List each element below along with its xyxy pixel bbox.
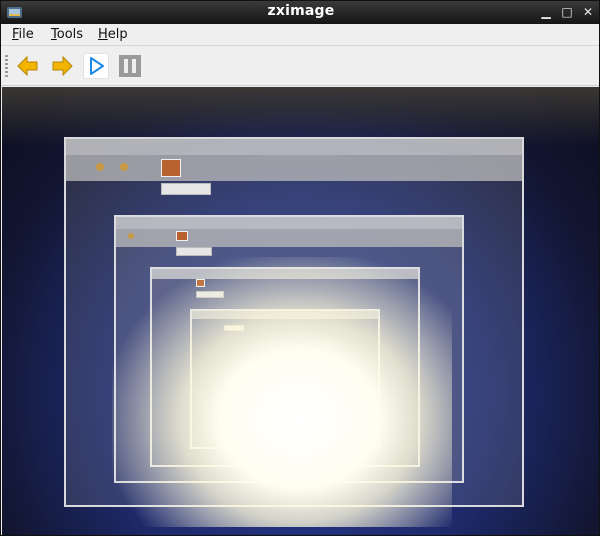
menu-help[interactable]: Help <box>98 27 128 42</box>
image-view[interactable] <box>2 87 599 535</box>
pause-icon <box>119 55 141 77</box>
nested-back-icon <box>96 163 104 171</box>
minimize-button[interactable]: ▁ <box>538 4 554 20</box>
forward-button[interactable] <box>49 53 75 79</box>
menu-bar: File Tools Help <box>1 24 599 46</box>
nested-pause-icon <box>161 159 181 177</box>
back-arrow-icon <box>17 55 38 77</box>
forward-arrow-icon <box>52 55 73 77</box>
toolbar-grip[interactable] <box>5 55 8 77</box>
close-button[interactable]: ✕ <box>580 4 596 20</box>
toolbar <box>1 47 599 86</box>
window-title: zximage <box>267 3 335 19</box>
nested-forward-icon <box>120 163 128 171</box>
nested-menu-bar <box>116 217 462 229</box>
title-bar[interactable]: zximage ▁ □ ✕ <box>1 1 599 24</box>
nested-tooltip <box>161 183 211 195</box>
play-icon <box>90 57 104 75</box>
app-window: zximage ▁ □ ✕ File Tools Help <box>0 0 600 536</box>
pause-button[interactable] <box>117 53 143 79</box>
nested-back-icon <box>128 233 134 239</box>
nested-pause-icon <box>176 231 188 241</box>
back-button[interactable] <box>15 53 41 79</box>
menu-tools[interactable]: Tools <box>51 27 83 42</box>
nested-tooltip <box>176 247 212 256</box>
maximize-button[interactable]: □ <box>559 4 575 20</box>
nested-toolbar <box>66 155 522 181</box>
light-glare <box>112 257 452 527</box>
nested-toolbar <box>116 229 462 247</box>
play-button[interactable] <box>83 53 109 79</box>
nested-menu-bar <box>66 139 522 155</box>
menu-file[interactable]: File <box>12 27 34 42</box>
